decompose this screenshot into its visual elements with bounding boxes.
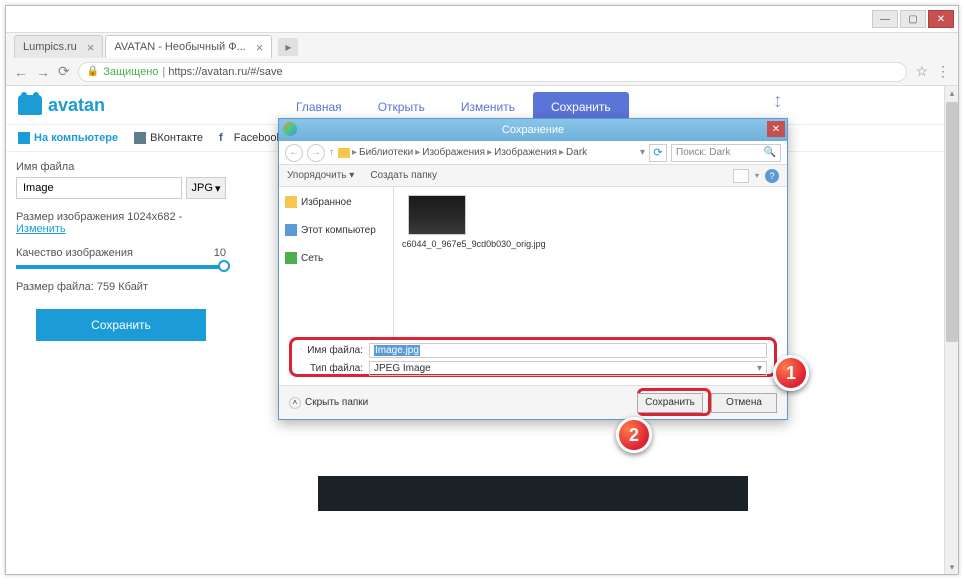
star-icon xyxy=(285,196,297,208)
page-content: ▴ ▾ avatan Главная Открыть Изменить Сохр… xyxy=(6,86,958,574)
format-select[interactable]: JPG ▾ xyxy=(186,177,226,199)
file-thumbnail xyxy=(408,195,466,235)
filename-label: Имя файла: xyxy=(299,345,369,356)
browser-tab-active[interactable]: AVATAN - Необычный Ф... × xyxy=(105,35,272,58)
tab-facebook[interactable]: f Facebook xyxy=(219,132,282,144)
close-icon[interactable]: × xyxy=(87,40,95,55)
up-icon[interactable]: ↑ xyxy=(329,147,334,158)
url-text: https://avatan.ru/#/save xyxy=(168,66,282,78)
window-titlebar: — ▢ ✕ xyxy=(6,6,958,33)
search-input[interactable]: Поиск: Dark 🔍 xyxy=(671,144,781,162)
filetype-label: Тип файла: xyxy=(299,363,369,374)
file-item[interactable]: c6044_0_967e5_9cd0b030_orig.jpg xyxy=(402,195,779,250)
dialog-titlebar[interactable]: Сохранение ✕ xyxy=(279,119,787,141)
new-tab-button[interactable]: ▸ xyxy=(278,38,298,56)
bookmark-icon[interactable]: ☆ xyxy=(915,63,928,80)
scroll-up-icon[interactable]: ▴ xyxy=(945,86,959,100)
filename-input[interactable]: Image.jpg xyxy=(369,343,767,358)
forward-icon[interactable]: → xyxy=(307,144,325,162)
save-sidebar: Имя файла JPG ▾ Размер изображения 1024x… xyxy=(16,161,226,341)
network-icon xyxy=(285,252,297,264)
expand-icon[interactable]: ⤢ xyxy=(771,95,786,110)
scroll-thumb[interactable] xyxy=(946,102,958,342)
dialog-title: Сохранение xyxy=(502,124,564,136)
breadcrumb[interactable]: ▸ Библиотеки▸ Изображения▸ Изображения▸ … xyxy=(338,147,636,158)
background-image xyxy=(318,476,748,511)
minimize-button[interactable]: — xyxy=(872,10,898,28)
maximize-button[interactable]: ▢ xyxy=(900,10,926,28)
new-folder-button[interactable]: Создать папку xyxy=(370,170,437,181)
annotation-badge-2: 2 xyxy=(616,417,652,453)
forward-icon[interactable]: → xyxy=(36,64,50,80)
close-icon[interactable]: × xyxy=(256,40,264,55)
url-input[interactable]: 🔒 Защищено | https://avatan.ru/#/save xyxy=(78,62,908,82)
file-name: c6044_0_967e5_9cd0b030_orig.jpg xyxy=(402,239,472,250)
tab-computer[interactable]: На компьютере xyxy=(18,132,118,144)
dimensions-row: Размер изображения 1024x682 - Изменить xyxy=(16,211,226,235)
help-icon[interactable]: ? xyxy=(765,169,779,183)
tab-title: AVATAN - Необычный Ф... xyxy=(114,41,245,53)
organize-menu[interactable]: Упорядочить ▾ xyxy=(287,170,354,181)
folder-icon xyxy=(338,148,350,158)
view-options-button[interactable] xyxy=(733,169,749,183)
page-scrollbar[interactable]: ▴ ▾ xyxy=(944,86,958,574)
vk-icon xyxy=(134,132,146,144)
filename-input[interactable] xyxy=(16,177,182,199)
hide-folders-toggle[interactable]: ˄ Скрыть папки xyxy=(289,397,368,409)
close-button[interactable]: ✕ xyxy=(928,10,954,28)
filetype-select[interactable]: JPEG Image xyxy=(369,361,767,376)
quality-slider[interactable] xyxy=(16,265,226,269)
browser-tab[interactable]: Lumpics.ru × xyxy=(14,35,103,58)
tab-title: Lumpics.ru xyxy=(23,41,77,53)
lock-icon: 🔒 xyxy=(87,66,99,77)
filename-label: Имя файла xyxy=(16,161,226,173)
dialog-fields: Имя файла: Image.jpg Тип файла: JPEG Ima… xyxy=(279,337,787,385)
dialog-navbar: ← → ↑ ▸ Библиотеки▸ Изображения▸ Изображ… xyxy=(279,141,787,165)
filesize-label: Размер файла: 759 Кбайт xyxy=(16,281,226,293)
secure-label: Защищено xyxy=(103,66,158,78)
dialog-save-button[interactable]: Сохранить xyxy=(637,393,703,413)
sidebar-favorites[interactable]: Избранное xyxy=(283,193,389,211)
quality-label: Качество изображения xyxy=(16,247,133,259)
annotation-badge-1: 1 xyxy=(773,355,809,391)
chevron-down-icon: ▾ xyxy=(215,182,221,195)
browser-addressbar: ← → ⟳ 🔒 Защищено | https://avatan.ru/#/s… xyxy=(6,58,958,86)
pc-icon xyxy=(285,224,297,236)
quality-value: 10 xyxy=(214,247,226,259)
logo-text: avatan xyxy=(48,95,105,116)
sidebar-network[interactable]: Сеть xyxy=(283,249,389,267)
tab-vk[interactable]: ВКонтакте xyxy=(134,132,203,144)
scroll-down-icon[interactable]: ▾ xyxy=(945,560,959,574)
file-list[interactable]: c6044_0_967e5_9cd0b030_orig.jpg xyxy=(394,187,787,337)
logo-icon xyxy=(18,95,42,115)
menu-icon[interactable]: ⋮ xyxy=(936,63,950,80)
back-icon[interactable]: ← xyxy=(285,144,303,162)
slider-thumb[interactable] xyxy=(218,260,230,272)
chrome-icon xyxy=(283,122,297,136)
save-button[interactable]: Сохранить xyxy=(36,309,206,341)
browser-tabbar: Lumpics.ru × AVATAN - Необычный Ф... × ▸ xyxy=(6,33,958,58)
chevron-up-icon: ˄ xyxy=(289,397,301,409)
dialog-close-button[interactable]: ✕ xyxy=(767,121,785,137)
dialog-footer: ˄ Скрыть папки Сохранить Отмена xyxy=(279,385,787,419)
browser-window: — ▢ ✕ Lumpics.ru × AVATAN - Необычный Ф.… xyxy=(5,5,959,575)
dialog-body: Избранное Этот компьютер Сеть c6044_0_96… xyxy=(279,187,787,337)
dialog-toolbar: Упорядочить ▾ Создать папку ▾ ? xyxy=(279,165,787,187)
site-logo[interactable]: avatan xyxy=(18,95,105,116)
dialog-sidebar: Избранное Этот компьютер Сеть xyxy=(279,187,394,337)
search-icon: 🔍 xyxy=(764,147,776,158)
reload-icon[interactable]: ⟳ xyxy=(58,63,70,80)
save-dialog: Сохранение ✕ ← → ↑ ▸ Библиотеки▸ Изображ… xyxy=(278,118,788,420)
sidebar-this-pc[interactable]: Этот компьютер xyxy=(283,221,389,239)
refresh-icon[interactable]: ⟳ xyxy=(649,144,667,162)
back-icon[interactable]: ← xyxy=(14,64,28,80)
computer-icon xyxy=(18,132,30,144)
resize-link[interactable]: Изменить xyxy=(16,223,66,235)
dialog-cancel-button[interactable]: Отмена xyxy=(711,393,777,413)
